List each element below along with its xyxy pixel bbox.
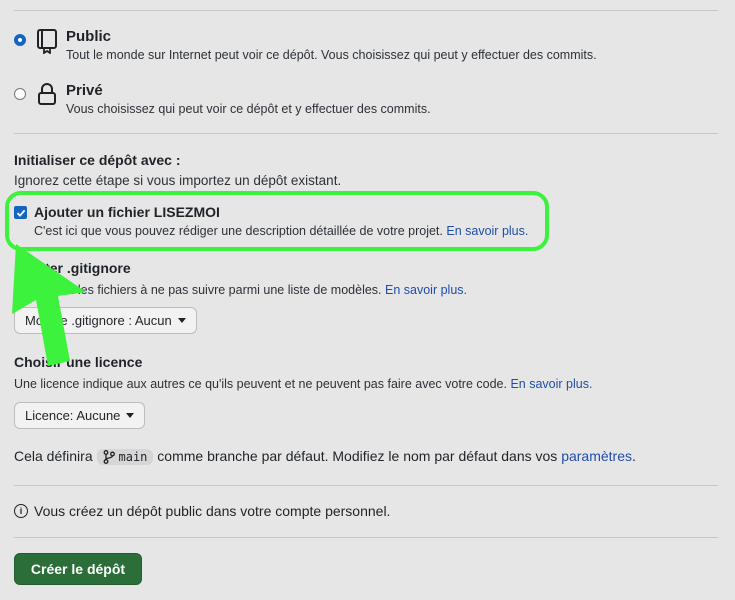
- branch-suffix: .: [632, 448, 636, 464]
- caret-down-icon: [177, 318, 186, 323]
- public-description: Tout le monde sur Internet peut voir ce …: [66, 48, 597, 62]
- divider-notice: [14, 537, 718, 538]
- branch-name: main: [118, 450, 148, 465]
- visibility-private-option[interactable]: Privé Vous choisissez qui peut voir ce d…: [14, 82, 714, 122]
- divider-top: [14, 10, 718, 11]
- repo-icon: [36, 28, 58, 59]
- lock-icon: [36, 82, 58, 111]
- init-subheading: Ignorez cette étape si vous importez un …: [14, 173, 342, 188]
- init-heading: Initialiser ce dépôt avec :: [14, 152, 181, 168]
- license-dropdown[interactable]: Licence: Aucune: [14, 402, 146, 429]
- settings-link[interactable]: paramètres: [561, 448, 632, 464]
- public-title: Public: [66, 28, 112, 45]
- annotation-arrow: [12, 244, 86, 366]
- create-repository-button[interactable]: Créer le dépôt: [14, 553, 142, 585]
- private-description: Vous choisissez qui peut voir ce dépôt e…: [66, 102, 431, 116]
- notice-row: i Vous créez un dépôt public dans votre …: [14, 503, 390, 519]
- private-title: Privé: [66, 82, 103, 99]
- public-radio[interactable]: [14, 34, 26, 46]
- license-dropdown-label: Licence: Aucune: [25, 408, 121, 423]
- gitignore-learn-more-link[interactable]: En savoir plus.: [385, 283, 467, 297]
- license-learn-more-link[interactable]: En savoir plus.: [510, 377, 592, 391]
- branch-chip: main: [96, 449, 154, 466]
- default-branch-line: Cela définira main comme branche par déf…: [14, 448, 636, 466]
- branch-middle: comme branche par défaut. Modifiez le no…: [157, 448, 558, 464]
- divider-branch: [14, 485, 718, 486]
- notice-text: Vous créez un dépôt public dans votre co…: [34, 503, 391, 519]
- git-branch-icon: [103, 450, 115, 465]
- branch-prefix: Cela définira: [14, 448, 93, 464]
- caret-down-icon: [126, 413, 135, 418]
- divider-visibility: [14, 133, 718, 134]
- info-icon: i: [14, 504, 28, 518]
- private-radio[interactable]: [14, 88, 26, 100]
- visibility-public-option[interactable]: Public Tout le monde sur Internet peut v…: [14, 28, 714, 68]
